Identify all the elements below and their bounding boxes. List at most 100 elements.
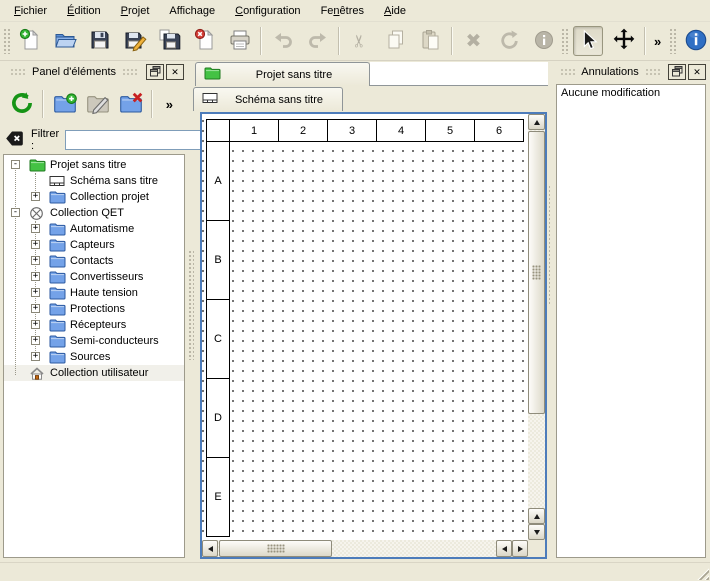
expand-box-icon[interactable]: + [31, 272, 40, 281]
menu-edition[interactable]: Édition [57, 2, 111, 20]
vertical-scrollbar[interactable] [528, 114, 545, 540]
redo-button[interactable] [300, 24, 335, 58]
panel-overflow-chevron[interactable]: » [161, 97, 178, 112]
qet-collection-icon [29, 206, 44, 224]
scroll-up-button-bottom[interactable] [528, 508, 545, 524]
toolbar-overflow-chevron[interactable]: » [649, 34, 666, 49]
tree-item-collection-utilisateur[interactable]: Collection utilisateur [4, 365, 184, 381]
tree-item-automatisme[interactable]: + Automatisme [4, 221, 184, 237]
project-folder-icon [29, 158, 46, 175]
tree-item-convertisseurs[interactable]: + Convertisseurs [4, 269, 184, 285]
expand-box-icon[interactable]: + [31, 224, 40, 233]
tree-item-recepteurs[interactable]: + Récepteurs [4, 317, 184, 333]
move-mode-button[interactable] [606, 24, 641, 58]
tree-item-haute-tension[interactable]: + Haute tension [4, 285, 184, 301]
menu-configuration[interactable]: Configuration [225, 2, 310, 20]
scroll-right-button[interactable] [512, 540, 528, 557]
edit-category-button[interactable] [81, 88, 114, 121]
toolbar-drag-handle[interactable] [669, 28, 676, 54]
collapse-box-icon[interactable]: - [11, 160, 20, 169]
tree-item-capteurs[interactable]: + Capteurs [4, 237, 184, 253]
tree-item-contacts[interactable]: + Contacts [4, 253, 184, 269]
tab-schema-sans-titre[interactable]: Schéma sans titre [193, 87, 343, 111]
elements-tree[interactable]: - Projet sans titre Schéma sans titre + … [3, 154, 185, 558]
undo-history-list[interactable]: Aucune modification [556, 84, 706, 558]
save-icon [88, 28, 112, 55]
filter-label: Filtrer : [31, 128, 59, 152]
undo-list-item[interactable]: Aucune modification [561, 87, 701, 99]
expand-box-icon[interactable]: + [31, 352, 40, 361]
scroll-up-button[interactable] [528, 114, 545, 130]
project-info-button[interactable] [678, 24, 710, 58]
tab-projet-sans-titre[interactable]: Projet sans titre [195, 62, 370, 86]
main-toolbar: ✂ ✖ » » [0, 22, 710, 61]
folder-icon [49, 222, 66, 239]
toolbar-separator [338, 27, 340, 55]
expand-box-icon[interactable]: + [31, 240, 40, 249]
new-project-button[interactable] [12, 24, 47, 58]
left-splitter-handle[interactable] [188, 250, 194, 360]
tree-item-protections[interactable]: + Protections [4, 301, 184, 317]
expand-box-icon[interactable]: + [31, 336, 40, 345]
open-folder-icon [53, 28, 77, 55]
dock-title-texture [560, 68, 575, 77]
dock-float-button[interactable] [668, 64, 686, 80]
menu-aide[interactable]: Aide [374, 2, 416, 20]
dock-close-button[interactable]: ✕ [688, 64, 706, 80]
tree-item-sources[interactable]: + Sources [4, 349, 184, 365]
menu-fichier[interactable]: Fichier [4, 2, 57, 20]
delete-category-button[interactable] [114, 88, 147, 121]
expand-box-icon[interactable]: + [31, 320, 40, 329]
resize-grip[interactable] [696, 567, 709, 580]
dock-float-button[interactable] [146, 64, 164, 80]
toolbar-drag-handle[interactable] [3, 28, 10, 54]
new-category-button[interactable] [48, 88, 81, 121]
reload-collections-button[interactable] [5, 88, 38, 121]
expand-box-icon[interactable]: + [31, 192, 40, 201]
close-file-button[interactable] [187, 24, 222, 58]
dock-title-texture [10, 68, 26, 77]
undo-panel-titlebar[interactable]: Annulations ✕ [550, 62, 710, 82]
copy-button[interactable] [378, 24, 413, 58]
horizontal-scrollbar[interactable] [202, 540, 528, 557]
rotate-button[interactable] [491, 24, 526, 58]
menu-affichage[interactable]: Affichage [159, 2, 225, 20]
save-as-button[interactable] [117, 24, 152, 58]
dock-close-button[interactable]: ✕ [166, 64, 184, 80]
tree-item-collection-projet[interactable]: + Collection projet [4, 189, 184, 205]
horizontal-scroll-thumb[interactable] [219, 540, 332, 557]
toolbar-drag-handle[interactable] [561, 28, 568, 54]
tree-item-projet-sans-titre[interactable]: - Projet sans titre [4, 157, 184, 173]
undo-button[interactable] [265, 24, 300, 58]
open-project-button[interactable] [47, 24, 82, 58]
scroll-left-button[interactable] [202, 540, 218, 557]
scissors-icon: ✂ [351, 34, 371, 48]
expand-box-icon[interactable]: + [31, 288, 40, 297]
element-info-button[interactable] [526, 24, 561, 58]
undo-panel-title: Annulations [581, 66, 639, 78]
select-mode-button[interactable] [573, 26, 603, 56]
elements-panel-titlebar[interactable]: Panel d'éléments ✕ [0, 62, 188, 82]
clear-filter-icon[interactable] [5, 129, 25, 151]
tree-item-collection-qet[interactable]: - Collection QET [4, 205, 184, 221]
save-all-button[interactable] [152, 24, 187, 58]
expand-box-icon[interactable]: + [31, 304, 40, 313]
expand-box-icon[interactable]: + [31, 256, 40, 265]
tree-item-schema-sans-titre[interactable]: Schéma sans titre [4, 173, 184, 189]
vertical-scroll-thumb[interactable] [528, 131, 545, 414]
save-button[interactable] [82, 24, 117, 58]
scroll-left-button-right[interactable] [496, 540, 512, 557]
filter-input[interactable] [65, 130, 215, 150]
cut-button[interactable]: ✂ [343, 24, 378, 58]
paste-button[interactable] [413, 24, 448, 58]
delete-button[interactable]: ✖ [456, 24, 491, 58]
tree-item-semi-conducteurs[interactable]: + Semi-conducteurs [4, 333, 184, 349]
diagram-canvas[interactable]: 1 2 3 4 5 6 A B C D E [202, 114, 528, 540]
print-button[interactable] [222, 24, 257, 58]
diagram-view[interactable]: 1 2 3 4 5 6 A B C D E [200, 112, 547, 559]
scroll-down-button[interactable] [528, 524, 545, 540]
menu-fenetres[interactable]: Fenêtres [311, 2, 374, 20]
collapse-box-icon[interactable]: - [11, 208, 20, 217]
schema-tab-bar: Schéma sans titre [193, 87, 343, 111]
menu-projet[interactable]: Projet [111, 2, 160, 20]
